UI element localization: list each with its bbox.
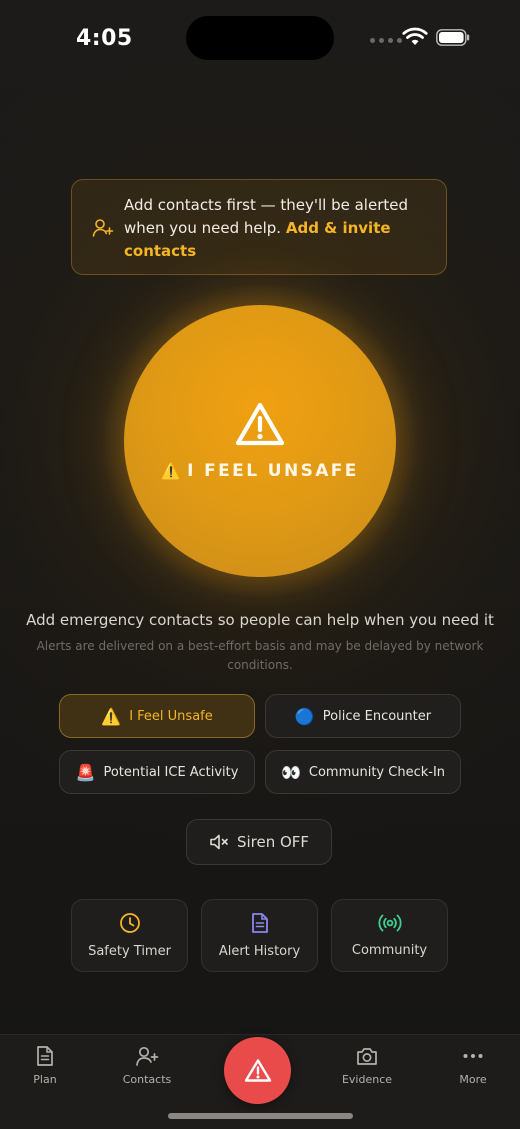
alert-type-i-feel-unsafe[interactable]: ⚠️ I Feel Unsafe <box>59 694 255 738</box>
add-contact-icon <box>92 219 114 237</box>
tool-label: Alert History <box>218 944 301 959</box>
add-contact-icon <box>136 1046 159 1066</box>
add-contacts-banner[interactable]: Add contacts first — they'll be alerted … <box>71 179 447 275</box>
contacts-message: Add emergency contacts so people can hel… <box>26 611 494 629</box>
siren-emoji-icon: 🚨 <box>75 762 96 782</box>
tab-evidence[interactable]: Evidence <box>337 1045 397 1086</box>
warning-icon <box>235 402 285 446</box>
community-button[interactable]: Community <box>331 899 448 972</box>
safety-timer-button[interactable]: Safety Timer <box>71 899 188 972</box>
tab-label: More <box>459 1073 487 1086</box>
alert-type-community-check-in[interactable]: 👀 Community Check-In <box>265 750 461 794</box>
siren-label: Siren OFF <box>236 833 310 851</box>
tool-label: Community <box>351 943 428 958</box>
panic-button-label: ⚠️ I FEEL UNSAFE <box>124 461 396 481</box>
more-icon <box>463 1054 483 1058</box>
tab-label: Contacts <box>122 1073 172 1086</box>
status-bar: 4:05 <box>0 0 520 80</box>
tool-label: Safety Timer <box>88 944 171 959</box>
alert-type-police-encounter[interactable]: 🔵 Police Encounter <box>265 694 461 738</box>
alert-type-potential-ice-activity[interactable]: 🚨 Potential ICE Activity <box>59 750 255 794</box>
eyes-emoji-icon: 👀 <box>280 762 301 782</box>
tab-more[interactable]: More <box>452 1045 494 1086</box>
battery-icon <box>436 29 470 46</box>
tab-contacts[interactable]: Contacts <box>117 1045 177 1086</box>
tab-plan[interactable]: Plan <box>26 1045 64 1086</box>
alert-history-button[interactable]: Alert History <box>201 899 318 972</box>
tab-label: Evidence <box>341 1073 393 1086</box>
tab-label: Plan <box>33 1073 57 1086</box>
speaker-muted-icon <box>210 834 228 850</box>
home-indicator <box>168 1113 353 1119</box>
camera-icon <box>357 1048 377 1065</box>
i-feel-unsafe-button[interactable]: ⚠️ I FEEL UNSAFE <box>124 305 396 577</box>
banner-text: Add contacts first — they'll be alerted … <box>124 194 424 263</box>
clock-icon <box>119 913 140 933</box>
panic-button-text: I FEEL UNSAFE <box>187 461 359 481</box>
alert-type-label: Police Encounter <box>322 708 432 724</box>
document-icon <box>251 913 268 933</box>
dynamic-island <box>186 16 334 60</box>
warning-emoji-icon: ⚠️ <box>101 706 122 726</box>
blue-circle-icon: 🔵 <box>294 706 315 726</box>
warning-icon <box>244 1059 271 1082</box>
alert-type-label: I Feel Unsafe <box>129 708 213 724</box>
warning-emoji-icon: ⚠️ <box>161 461 182 480</box>
delivery-disclaimer: Alerts are delivered on a best-effort ba… <box>36 639 484 672</box>
status-time: 4:05 <box>76 26 133 51</box>
sos-alert-button[interactable] <box>224 1037 291 1104</box>
alert-type-label: Community Check-In <box>308 764 446 780</box>
alert-type-label: Potential ICE Activity <box>103 764 239 780</box>
siren-toggle-button[interactable]: Siren OFF <box>186 819 332 865</box>
document-icon <box>37 1046 53 1066</box>
wifi-icon <box>402 27 428 45</box>
broadcast-icon <box>378 914 401 932</box>
signal-icon <box>370 38 402 43</box>
